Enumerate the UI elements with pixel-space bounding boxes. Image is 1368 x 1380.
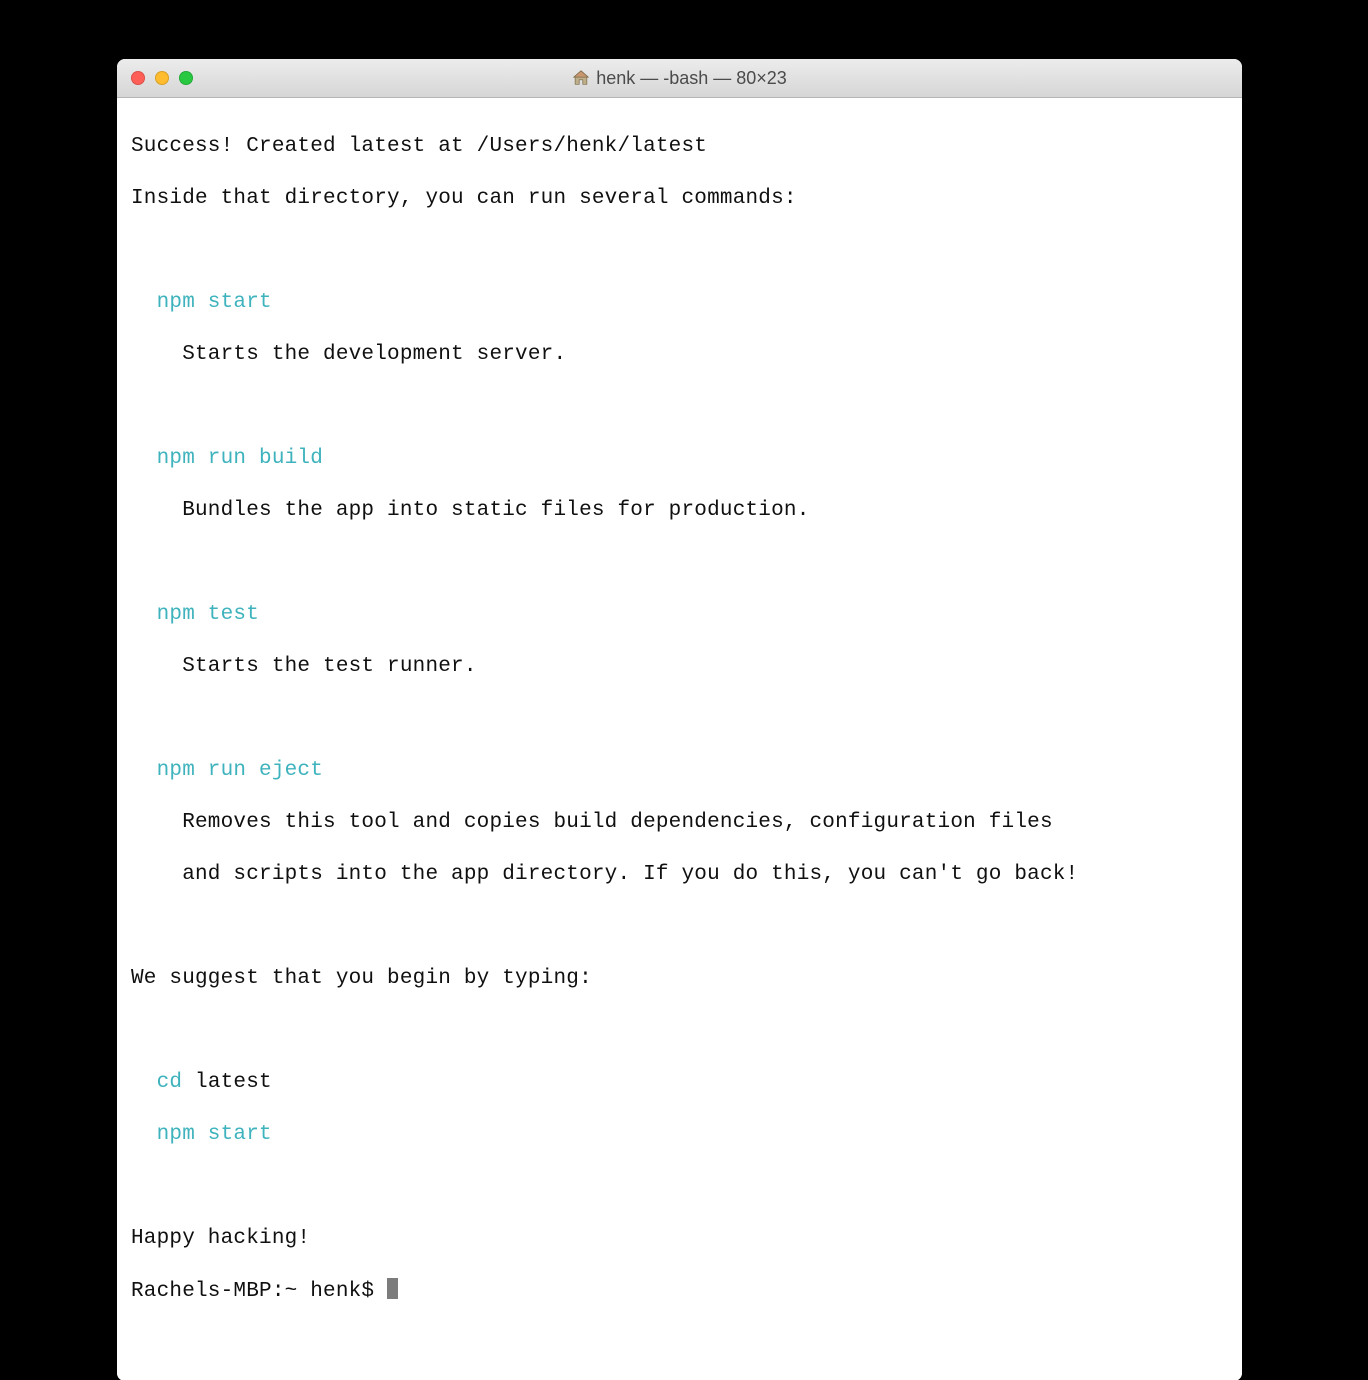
output-line (131, 238, 1228, 264)
output-line: We suggest that you begin by typing: (131, 966, 1228, 992)
output-line: Inside that directory, you can run sever… (131, 186, 1228, 212)
window-title-text: henk — -bash — 80×23 (596, 68, 787, 89)
output-line: and scripts into the app directory. If y… (131, 862, 1228, 888)
output-line: Happy hacking! (131, 1226, 1228, 1252)
terminal-window: henk — -bash — 80×23 Success! Created la… (117, 59, 1242, 1380)
output-line (131, 1018, 1228, 1044)
output-line: Success! Created latest at /Users/henk/l… (131, 134, 1228, 160)
traffic-lights (117, 71, 193, 85)
output-line: cd latest (131, 1070, 1228, 1096)
output-line: Starts the development server. (131, 342, 1228, 368)
output-line (131, 706, 1228, 732)
output-line: Bundles the app into static files for pr… (131, 498, 1228, 524)
output-line: Starts the test runner. (131, 654, 1228, 680)
output-command: npm run eject (131, 758, 1228, 784)
output-line (131, 914, 1228, 940)
window-title: henk — -bash — 80×23 (117, 68, 1242, 89)
home-icon (572, 69, 590, 87)
output-line (131, 394, 1228, 420)
output-line (131, 1174, 1228, 1200)
cursor-icon (387, 1278, 398, 1299)
output-command: cd (131, 1071, 182, 1094)
output-command: npm start (131, 1122, 1228, 1148)
minimize-icon[interactable] (155, 71, 169, 85)
shell-prompt: Rachels-MBP:~ henk$ (131, 1280, 387, 1303)
output-line (131, 550, 1228, 576)
output-command: npm start (131, 290, 1228, 316)
output-command: npm test (131, 602, 1228, 628)
zoom-icon[interactable] (179, 71, 193, 85)
output-arg: latest (182, 1071, 272, 1094)
prompt-line[interactable]: Rachels-MBP:~ henk$ (131, 1278, 1228, 1305)
close-icon[interactable] (131, 71, 145, 85)
output-command: npm run build (131, 446, 1228, 472)
titlebar[interactable]: henk — -bash — 80×23 (117, 59, 1242, 98)
terminal-output[interactable]: Success! Created latest at /Users/henk/l… (117, 98, 1242, 1380)
output-line: Removes this tool and copies build depen… (131, 810, 1228, 836)
